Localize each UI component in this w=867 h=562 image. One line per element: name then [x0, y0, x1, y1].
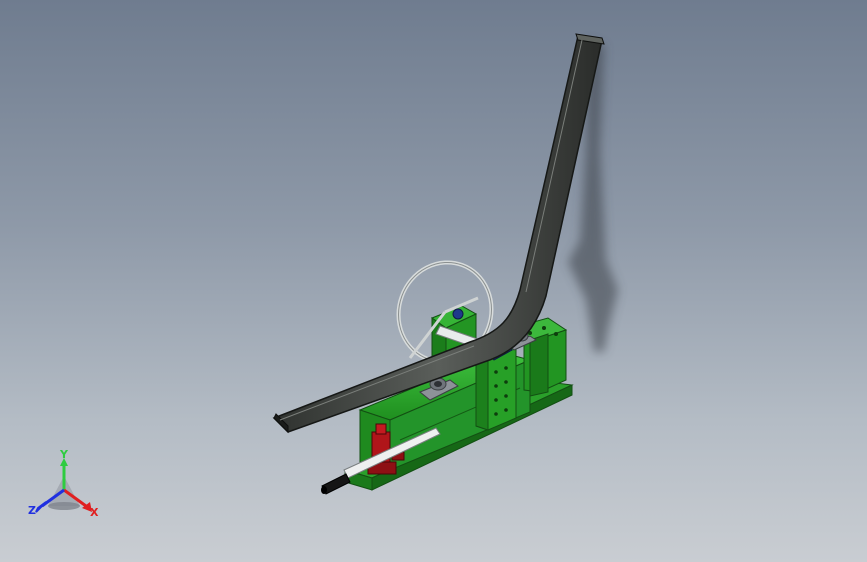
coordinate-triad: Y X Z: [28, 450, 99, 519]
x-axis-label: X: [90, 506, 99, 519]
triad-cone-base: [48, 502, 80, 510]
y-axis-label: Y: [59, 450, 69, 461]
z-axis-arrow: [35, 501, 47, 513]
z-axis-label: Z: [28, 504, 36, 517]
graphics-viewport[interactable]: Y X Z: [0, 0, 867, 562]
model-view[interactable]: [0, 0, 867, 562]
